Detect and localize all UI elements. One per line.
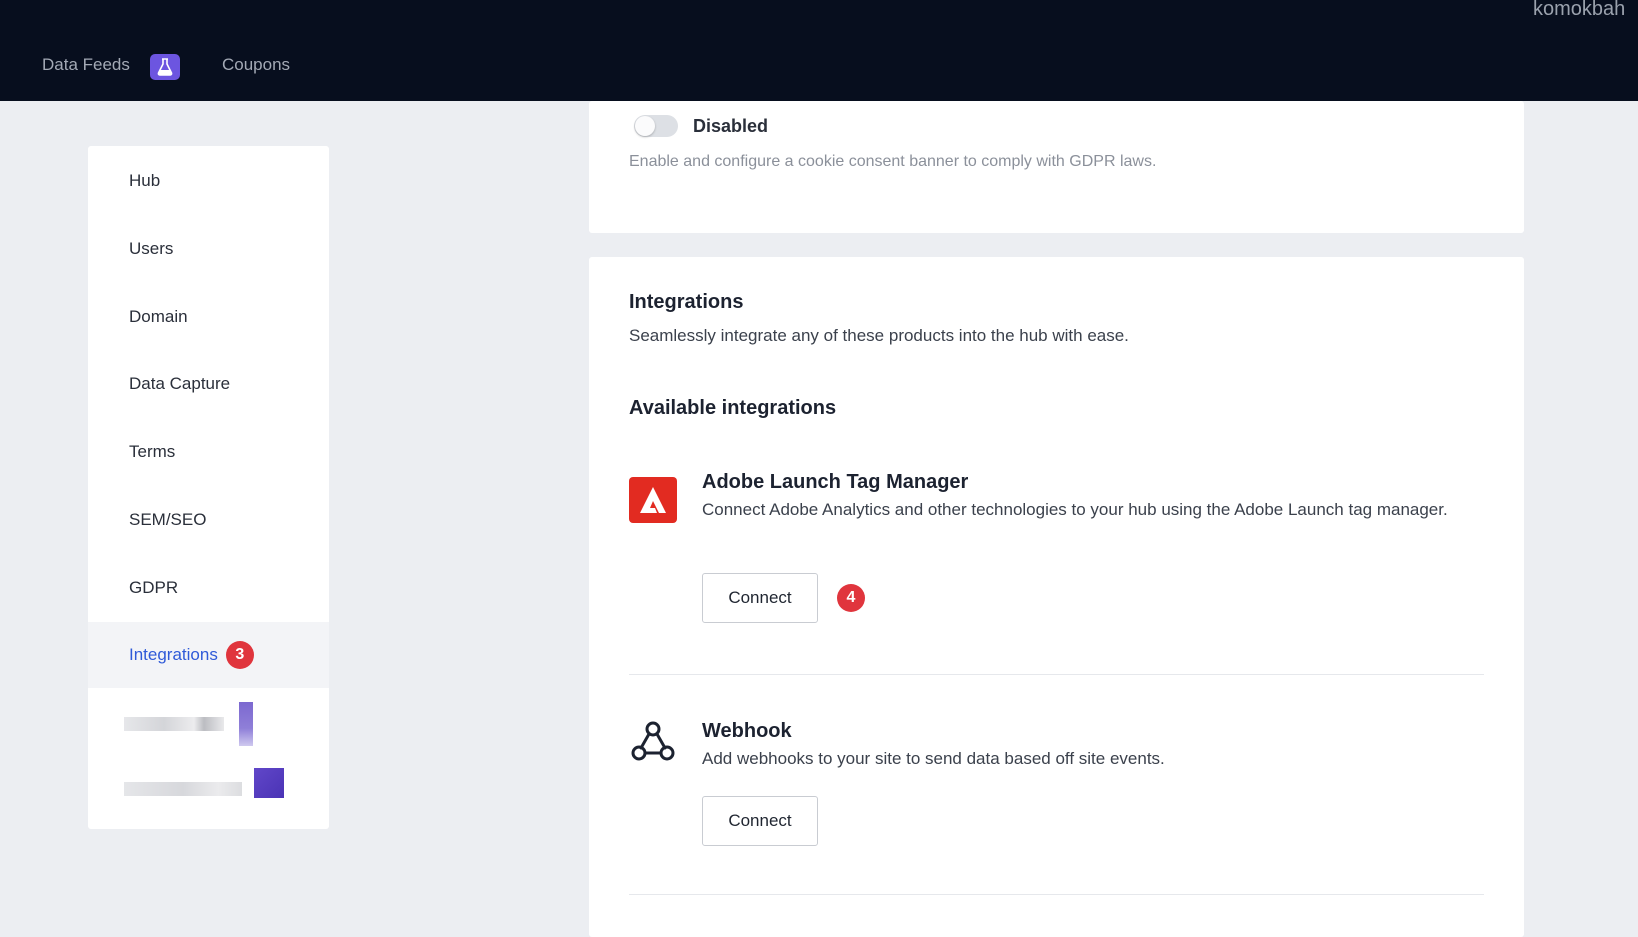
sidebar-item-label: Hub — [129, 171, 161, 190]
sidebar-item-label: Terms — [129, 442, 176, 461]
divider — [629, 894, 1484, 895]
gdpr-card: Disabled Enable and configure a cookie c… — [589, 101, 1524, 233]
sidebar-item-terms[interactable]: Terms — [88, 419, 329, 485]
divider — [629, 674, 1484, 675]
integration-description-webhook: Add webhooks to your site to send data b… — [702, 749, 1165, 768]
nav-data-feeds[interactable]: Data Feeds — [42, 55, 130, 75]
step-badge: 4 — [837, 584, 865, 612]
toggle-knob — [635, 116, 655, 136]
integration-name-adobe: Adobe Launch Tag Manager — [702, 471, 969, 493]
toggle-label: Disabled — [693, 116, 769, 136]
sidebar-item-label: SEM/SEO — [129, 510, 207, 529]
sidebar-item-users[interactable]: Users — [88, 216, 329, 282]
integration-description-adobe: Connect Adobe Analytics and other techno… — [702, 500, 1448, 519]
sidebar-item-label: Integrations — [129, 645, 218, 664]
step-badge: 3 — [225, 641, 254, 669]
cookie-consent-toggle[interactable] — [634, 115, 678, 137]
integrations-subtitle: Seamlessly integrate any of these produc… — [629, 326, 1129, 345]
sidebar-item-obscured[interactable] — [124, 702, 274, 752]
flask-icon — [150, 54, 180, 80]
available-integrations-heading: Available integrations — [629, 397, 837, 419]
settings-sidebar: Hub Users Domain Data Capture Terms SEM/… — [88, 146, 329, 829]
adobe-icon — [629, 477, 677, 523]
integrations-title: Integrations — [629, 291, 744, 313]
nav-coupons[interactable]: Coupons — [222, 55, 290, 75]
integration-name-webhook: Webhook — [702, 720, 792, 742]
top-navbar: komokbah Data Feeds Coupons — [0, 0, 1638, 101]
sidebar-item-integrations[interactable]: Integrations 3 — [88, 622, 329, 688]
sidebar-item-label: Data Capture — [129, 374, 231, 393]
integrations-card: Integrations Seamlessly integrate any of… — [589, 257, 1524, 937]
connect-webhook-button[interactable]: Connect — [702, 796, 818, 846]
sidebar-item-label: GDPR — [129, 578, 179, 597]
sidebar-item-hub[interactable]: Hub — [88, 148, 329, 214]
sidebar-item-label: Users — [129, 239, 174, 258]
sidebar-item-data-capture[interactable]: Data Capture — [88, 351, 329, 417]
sidebar-item-sem-seo[interactable]: SEM/SEO — [88, 487, 329, 553]
webhook-icon — [629, 717, 677, 765]
connect-adobe-button[interactable]: Connect — [702, 573, 818, 623]
user-name[interactable]: komokbah — [1533, 0, 1625, 21]
gdpr-description: Enable and configure a cookie consent ba… — [629, 153, 1157, 170]
sidebar-item-domain[interactable]: Domain — [88, 284, 329, 350]
sidebar-item-gdpr[interactable]: GDPR — [88, 555, 329, 621]
sidebar-item-label: Domain — [129, 307, 188, 326]
sidebar-item-obscured[interactable] — [124, 768, 294, 808]
